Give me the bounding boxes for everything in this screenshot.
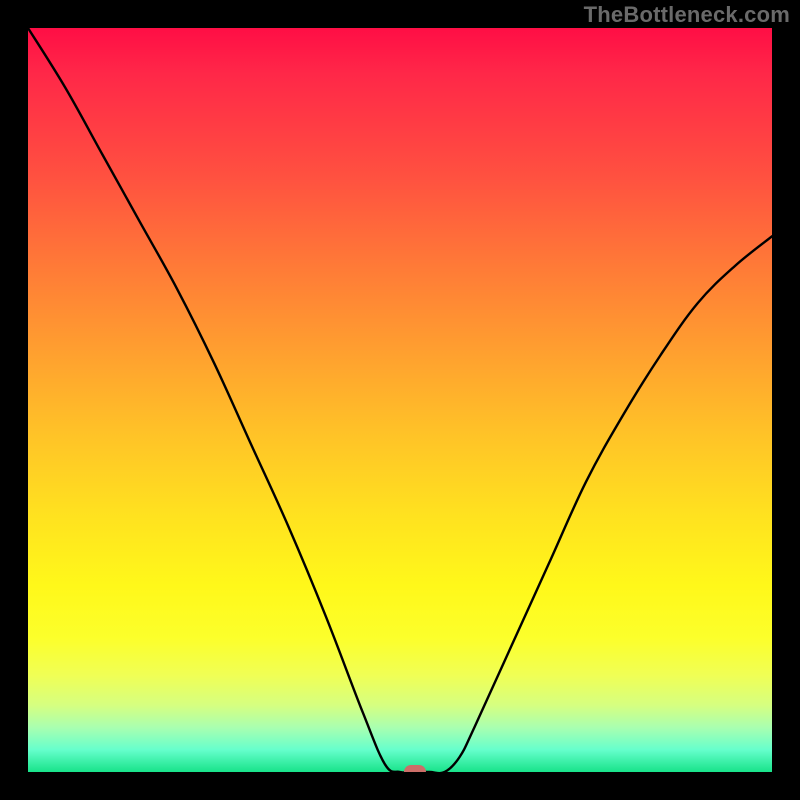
chart-frame: TheBottleneck.com xyxy=(0,0,800,800)
min-marker-icon xyxy=(404,765,426,772)
bottleneck-curve xyxy=(28,28,772,772)
watermark-text: TheBottleneck.com xyxy=(584,2,790,28)
plot-area xyxy=(28,28,772,772)
